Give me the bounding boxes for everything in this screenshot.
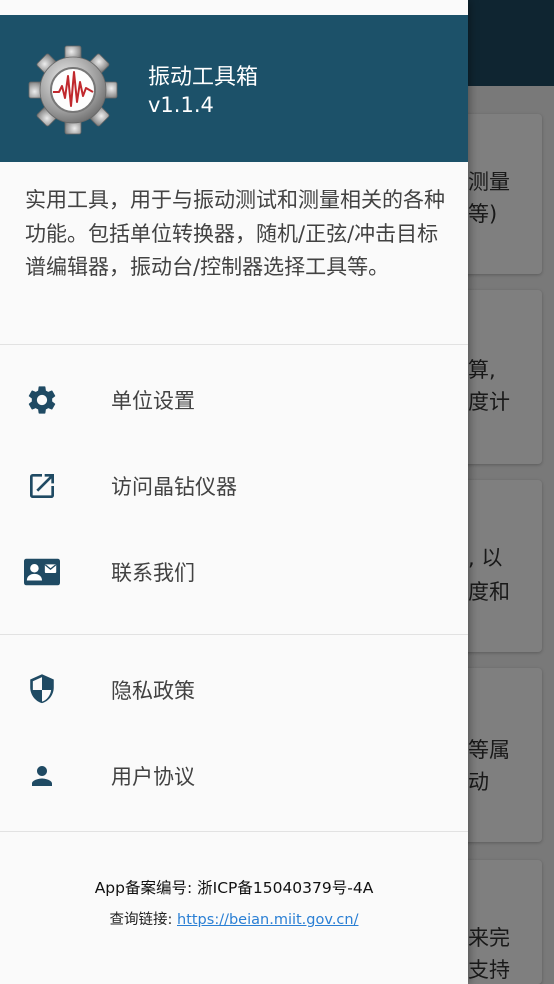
divider <box>0 634 468 635</box>
menu-item-privacy-policy[interactable]: 隐私政策 <box>0 647 468 733</box>
contact-card-icon <box>24 555 60 589</box>
divider <box>0 344 468 345</box>
query-link[interactable]: https://beian.miit.gov.cn/ <box>177 912 358 928</box>
menu-item-visit-website[interactable]: 访问晶钻仪器 <box>0 443 468 529</box>
menu-item-label: 隐私政策 <box>111 679 195 703</box>
query-link-label: 查询链接: <box>109 912 177 928</box>
menu-item-user-agreement[interactable]: 用户协议 <box>0 733 468 819</box>
icp-record-text: App备案编号: 浙ICP备15040379号-4A <box>94 879 374 897</box>
divider <box>0 831 468 832</box>
app-name: 振动工具箱 <box>148 65 259 90</box>
menu-item-label: 单位设置 <box>111 389 195 413</box>
gear-waveform-icon <box>28 45 118 135</box>
menu-item-unit-settings[interactable]: 单位设置 <box>0 357 468 443</box>
drawer-header: 振动工具箱 v1.1.4 <box>0 15 468 162</box>
open-external-icon <box>24 469 60 503</box>
status-bar <box>0 0 468 15</box>
shield-icon <box>24 673 60 707</box>
menu-item-contact-us[interactable]: 联系我们 <box>0 529 468 615</box>
gear-icon <box>24 383 60 417</box>
person-icon <box>24 759 60 793</box>
query-link-row: 查询链接: https://beian.miit.gov.cn/ <box>0 908 468 929</box>
menu-item-label: 联系我们 <box>111 561 195 585</box>
navigation-drawer: 振动工具箱 v1.1.4 实用工具，用于与振动测试和测量相关的各种功能。包括单位… <box>0 0 468 984</box>
menu-item-label: 用户协议 <box>111 765 195 789</box>
menu-item-label: 访问晶钻仪器 <box>111 475 237 499</box>
app-version: v1.1.4 <box>148 93 214 117</box>
app-description: 实用工具，用于与振动测试和测量相关的各种功能。包括单位转换器，随机/正弦/冲击目… <box>25 188 445 279</box>
